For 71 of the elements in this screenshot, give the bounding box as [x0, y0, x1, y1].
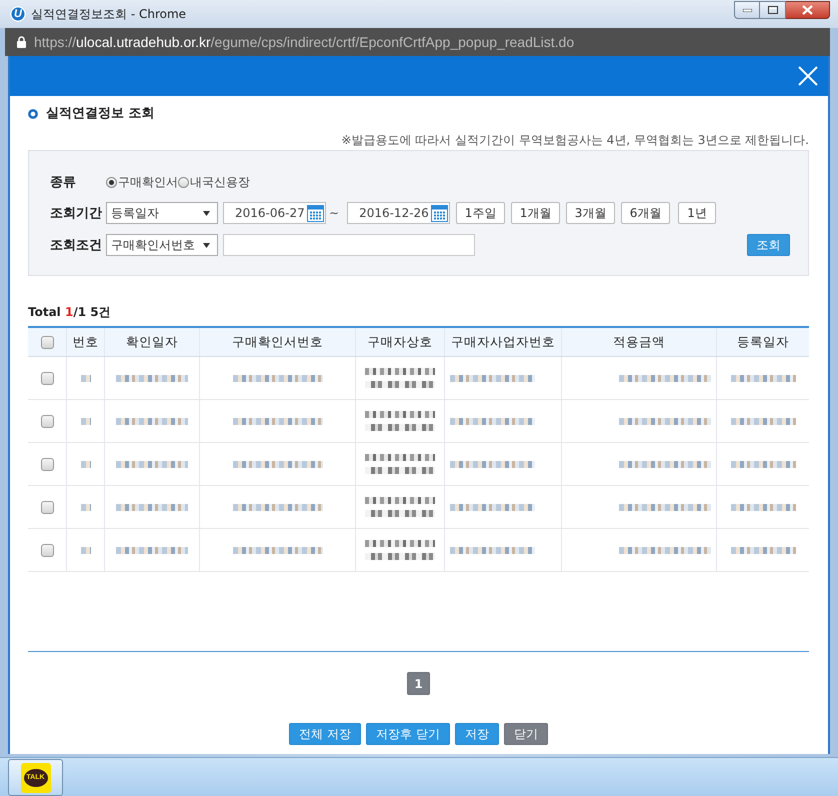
date-type-select[interactable]: 등록일자 — [106, 202, 218, 224]
notice-text: ※발급용도에 따라서 실적기간이 무역보험공사는 4년, 무역협회는 3년으로 제한됩니다. — [340, 132, 809, 148]
maximize-button[interactable] — [760, 1, 786, 19]
close-icon — [802, 5, 813, 15]
field-label: 조회기간 — [50, 205, 103, 222]
redacted-text — [730, 460, 796, 468]
redacted-text — [80, 504, 90, 510]
action-button[interactable]: 닫기 — [504, 723, 548, 745]
maximize-icon — [768, 6, 778, 14]
period-button[interactable]: 3개월 — [566, 202, 616, 224]
column-header: 적용금액 — [561, 328, 716, 356]
app-logo: U — [10, 6, 26, 22]
start-date-field[interactable]: 2016-06-27 — [223, 202, 326, 224]
redacted-text — [730, 418, 796, 424]
page-button[interactable]: 1 — [407, 672, 430, 695]
close-window-button[interactable] — [786, 1, 830, 19]
redacted-text — [80, 374, 90, 382]
row-checkbox[interactable] — [40, 544, 54, 556]
redacted-text — [365, 497, 435, 517]
end-date-field[interactable]: 2016-12-26 — [347, 202, 450, 224]
redacted-text — [365, 540, 435, 560]
search-input-field[interactable] — [223, 234, 475, 256]
result-count: Total 1/1 5건 — [28, 304, 112, 320]
period-button[interactable]: 1주일 — [456, 202, 506, 224]
radio-option[interactable]: 구매확인서 — [106, 174, 178, 190]
lock-icon — [17, 36, 26, 48]
redacted-text — [116, 504, 188, 510]
radio-option[interactable]: 내국신용장 — [178, 174, 250, 190]
ring-icon — [28, 109, 38, 119]
select-all-checkbox[interactable] — [40, 336, 54, 348]
minimize-button[interactable] — [734, 1, 760, 19]
redacted-text — [116, 374, 188, 382]
redacted-text — [730, 546, 796, 554]
caret-icon — [203, 242, 210, 248]
section-title: 실적연결정보 조회 — [46, 106, 155, 122]
redacted-text — [365, 454, 435, 474]
redacted-text — [116, 546, 188, 554]
window-title: 실적연결정보조회 - Chrome — [31, 6, 186, 22]
column-header: 번호 — [66, 328, 104, 356]
calendar-icon — [431, 204, 448, 222]
redacted-text — [80, 460, 90, 468]
condition-select[interactable]: 구매확인서번호 — [106, 234, 218, 256]
row-checkbox[interactable] — [40, 414, 54, 428]
close-button[interactable] — [798, 66, 818, 86]
redacted-text — [730, 374, 796, 382]
redacted-text — [80, 546, 90, 554]
redacted-text — [365, 411, 435, 431]
row-checkbox[interactable] — [40, 458, 54, 470]
redacted-text — [116, 460, 188, 468]
period-button[interactable]: 6개월 — [621, 202, 670, 224]
field-label: 종류 — [50, 174, 77, 191]
field-label: 조회조건 — [50, 237, 103, 254]
column-header: 구매확인서번호 — [199, 328, 355, 356]
row-checkbox[interactable] — [40, 500, 54, 514]
period-button[interactable]: 1개월 — [511, 202, 560, 224]
row-checkbox[interactable] — [40, 372, 54, 384]
redacted-text — [365, 368, 435, 388]
url-text[interactable]: https://ulocal.utradehub.or.kr/egume/cps/indirect/crtf/EpconfCrtfApp_popup_readList.do — [34, 34, 574, 50]
redacted-text — [730, 504, 796, 510]
redacted-text — [116, 418, 188, 424]
calendar-icon — [307, 204, 324, 222]
column-header: 확인일자 — [104, 328, 199, 356]
column-header: 구매자사업자번호 — [444, 328, 561, 356]
column-header: 구매자상호 — [355, 328, 444, 356]
range-separator: ~ — [329, 206, 340, 220]
column-header: 등록일자 — [716, 328, 809, 356]
redacted-text — [80, 418, 90, 424]
minimize-icon — [742, 8, 752, 12]
period-button[interactable]: 1년 — [678, 202, 716, 224]
close-icon — [798, 66, 818, 86]
caret-icon — [203, 210, 210, 216]
